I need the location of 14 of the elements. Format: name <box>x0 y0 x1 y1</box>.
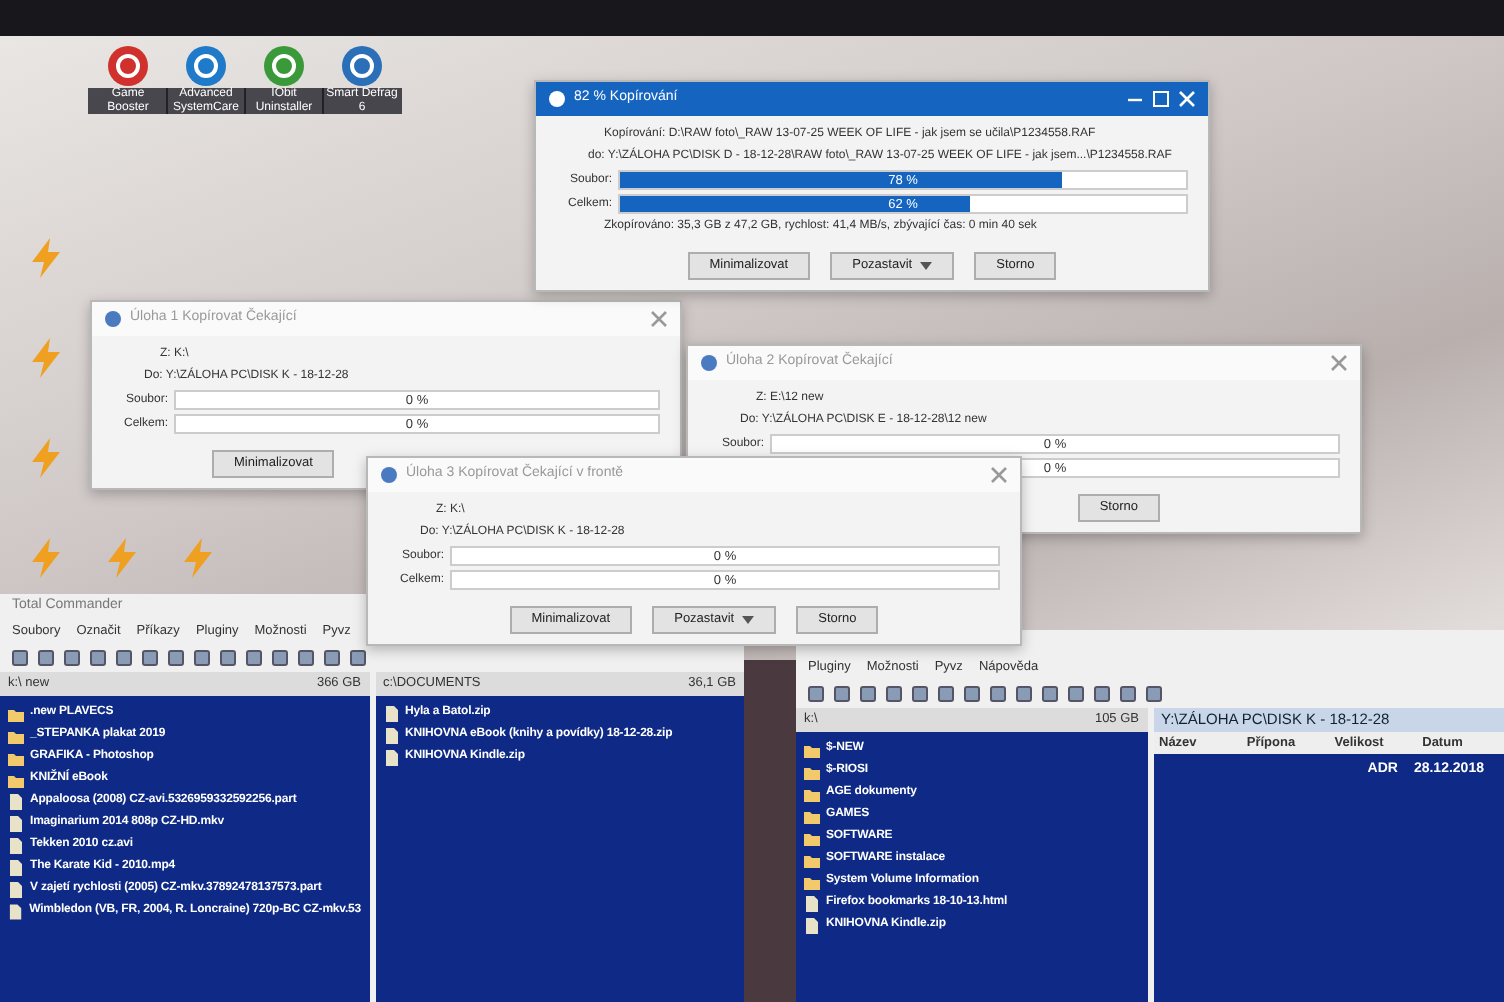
app-icon <box>548 90 566 108</box>
app-icon[interactable] <box>184 44 228 88</box>
caret-icon <box>742 615 755 624</box>
close-icon[interactable] <box>990 466 1008 484</box>
app-icon <box>380 466 398 484</box>
close-icon[interactable] <box>650 310 668 328</box>
app-icon <box>104 310 122 328</box>
maximize-icon[interactable] <box>1152 90 1170 108</box>
app-icon[interactable] <box>106 44 150 88</box>
caret-icon <box>920 261 933 270</box>
close-icon[interactable] <box>1330 354 1348 372</box>
app-icon <box>700 354 718 372</box>
app-icon[interactable] <box>340 44 384 88</box>
app-icon[interactable] <box>262 44 306 88</box>
